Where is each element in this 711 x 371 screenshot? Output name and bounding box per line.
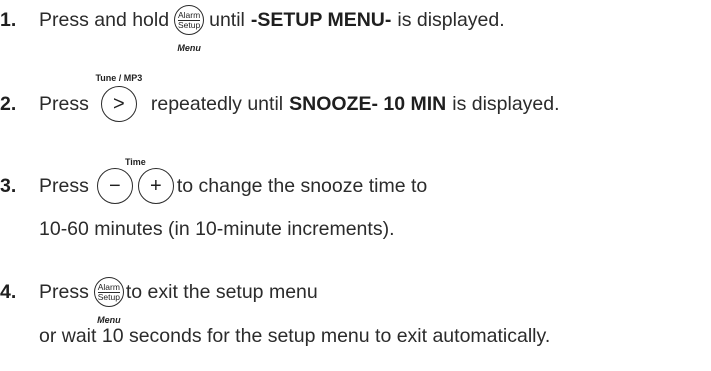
display-message: SNOOZE- 10 MIN — [289, 93, 447, 115]
tune-mp3-button: Tune / MP3 > — [95, 73, 142, 122]
step-4-line: Press Alarm Setup Menu to exit the setup… — [39, 277, 318, 325]
step-text: or wait 10 seconds for the setup menu to… — [39, 325, 551, 347]
display-message: -SETUP MENU- — [250, 9, 392, 31]
step-2-line: Press Tune / MP3 > repeatedly until SNOO… — [39, 73, 560, 122]
step-text: Press — [39, 281, 89, 303]
step-text: Press and hold — [39, 9, 170, 31]
alarm-setup-icon: Alarm Setup — [93, 277, 124, 307]
alarm-setup-button: Alarm Setup Menu — [93, 277, 124, 325]
step-text: repeatedly until — [150, 93, 284, 115]
chevron-right-icon: > — [100, 86, 137, 122]
alarm-setup-icon: Alarm Setup — [174, 5, 205, 35]
step-number: 2. — [0, 93, 17, 115]
step-text: until — [209, 9, 245, 31]
step-number: 1. — [0, 9, 17, 31]
step-3-line-2: 10-60 minutes (in 10-minute increments). — [39, 217, 395, 241]
step-text: is displayed. — [397, 9, 505, 31]
tune-mp3-label: Tune / MP3 — [95, 73, 143, 83]
step-4-line-2: or wait 10 seconds for the setup menu to… — [39, 324, 550, 348]
step-text: to exit the setup menu — [125, 281, 318, 303]
step-text: Press — [39, 175, 89, 197]
alarm-setup-button: Alarm Setup Menu — [174, 5, 205, 53]
step-text: 10-60 minutes (in 10-minute increments). — [39, 218, 395, 240]
step-number: 3. — [0, 175, 17, 197]
step-text: Press — [39, 93, 89, 115]
step-number: 4. — [0, 281, 17, 303]
step-text: to change the snooze time to — [176, 175, 428, 197]
step-1-line: Press and hold Alarm Setup Menu until -S… — [39, 5, 505, 53]
time-label: Time — [124, 157, 146, 167]
time-buttons: Time − + — [96, 157, 174, 204]
step-3-line: Press Time − + to change the snooze time… — [39, 157, 428, 204]
menu-label: Menu — [177, 43, 201, 53]
step-text: is displayed. — [452, 93, 560, 115]
